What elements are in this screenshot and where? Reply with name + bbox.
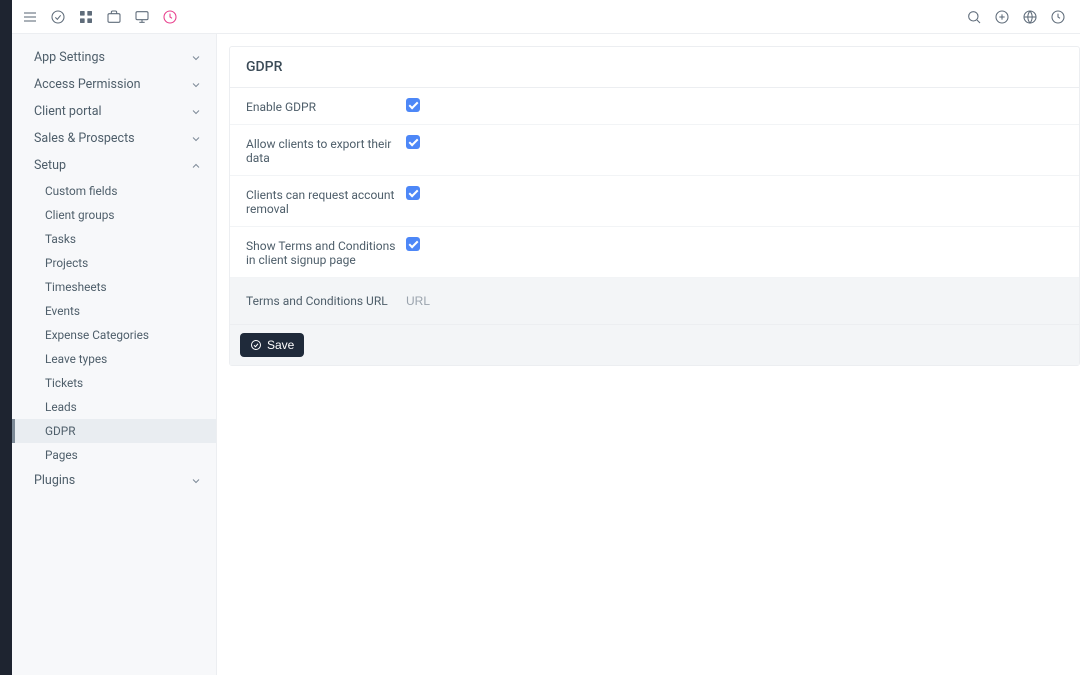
- settings-sidebar: App Settings Access Permission Client port…: [12, 34, 217, 675]
- nav-section-plugins[interactable]: Plugins: [12, 467, 216, 494]
- nav-section-setup[interactable]: Setup: [12, 152, 216, 179]
- setup-sublist: Custom fieldsClient groupsTasksProjectsT…: [12, 179, 216, 467]
- nav-section-app-settings[interactable]: App Settings: [12, 44, 216, 71]
- chevron-up-icon: [190, 160, 202, 172]
- checkbox-allow-export[interactable]: [406, 135, 420, 149]
- sidebar-item-tasks[interactable]: Tasks: [12, 227, 216, 251]
- search-icon[interactable]: [966, 9, 982, 25]
- nav-section-label: Plugins: [34, 473, 75, 488]
- checkbox-show-terms[interactable]: [406, 237, 420, 251]
- sidebar-item-leads[interactable]: Leads: [12, 395, 216, 419]
- nav-section-client-portal[interactable]: Client portal: [12, 98, 216, 125]
- sidebar-item-expense-categories[interactable]: Expense Categories: [12, 323, 216, 347]
- input-terms-url[interactable]: [406, 290, 1063, 312]
- row-enable-gdpr: Enable GDPR: [230, 88, 1079, 125]
- sidebar-item-pages[interactable]: Pages: [12, 443, 216, 467]
- checkbox-enable-gdpr[interactable]: [406, 98, 420, 112]
- nav-section-label: Client portal: [34, 104, 102, 119]
- label-request-removal: Clients can request account removal: [246, 186, 406, 216]
- nav-section-label: Access Permission: [34, 77, 141, 92]
- nav-section-label: Sales & Prospects: [34, 131, 135, 146]
- nav-section-label: App Settings: [34, 50, 105, 65]
- briefcase-icon[interactable]: [106, 9, 122, 25]
- sidebar-item-projects[interactable]: Projects: [12, 251, 216, 275]
- page-title: GDPR: [230, 47, 1079, 88]
- clock-icon[interactable]: [1050, 9, 1066, 25]
- nav-section-sales-prospects[interactable]: Sales & Prospects: [12, 125, 216, 152]
- monitor-icon[interactable]: [134, 9, 150, 25]
- grid-icon[interactable]: [78, 9, 94, 25]
- collapsed-main-nav-rail[interactable]: [0, 0, 12, 675]
- plus-circle-icon[interactable]: [994, 9, 1010, 25]
- sidebar-item-timesheets[interactable]: Timesheets: [12, 275, 216, 299]
- label-show-terms: Show Terms and Conditions in client sign…: [246, 237, 406, 267]
- row-allow-export: Allow clients to export their data: [230, 125, 1079, 176]
- save-button[interactable]: Save: [240, 333, 304, 357]
- sidebar-item-gdpr[interactable]: GDPR: [12, 419, 216, 443]
- checkbox-request-removal[interactable]: [406, 186, 420, 200]
- chevron-down-icon: [190, 52, 202, 64]
- chevron-down-icon: [190, 475, 202, 487]
- nav-section-label: Setup: [34, 158, 66, 173]
- card-footer: Save: [230, 324, 1079, 365]
- label-enable-gdpr: Enable GDPR: [246, 98, 406, 114]
- nav-section-access-permission[interactable]: Access Permission: [12, 71, 216, 98]
- save-button-label: Save: [267, 338, 294, 352]
- row-request-removal: Clients can request account removal: [230, 176, 1079, 227]
- content-area: GDPR Enable GDPR Allow clients to export…: [217, 34, 1080, 675]
- gdpr-card: GDPR Enable GDPR Allow clients to export…: [229, 46, 1080, 366]
- globe-icon[interactable]: [1022, 9, 1038, 25]
- sidebar-item-leave-types[interactable]: Leave types: [12, 347, 216, 371]
- check-circle-icon: [250, 339, 262, 351]
- topbar: [12, 0, 1080, 34]
- chevron-down-icon: [190, 79, 202, 91]
- chevron-down-icon: [190, 133, 202, 145]
- label-terms-url: Terms and Conditions URL: [246, 294, 406, 308]
- sidebar-item-client-groups[interactable]: Client groups: [12, 203, 216, 227]
- sidebar-item-tickets[interactable]: Tickets: [12, 371, 216, 395]
- activity-icon[interactable]: [162, 9, 178, 25]
- row-terms-url: Terms and Conditions URL: [230, 278, 1079, 324]
- check-circle-icon[interactable]: [50, 9, 66, 25]
- menu-icon[interactable]: [22, 9, 38, 25]
- row-show-terms: Show Terms and Conditions in client sign…: [230, 227, 1079, 278]
- sidebar-item-events[interactable]: Events: [12, 299, 216, 323]
- chevron-down-icon: [190, 106, 202, 118]
- label-allow-export: Allow clients to export their data: [246, 135, 406, 165]
- sidebar-item-custom-fields[interactable]: Custom fields: [12, 179, 216, 203]
